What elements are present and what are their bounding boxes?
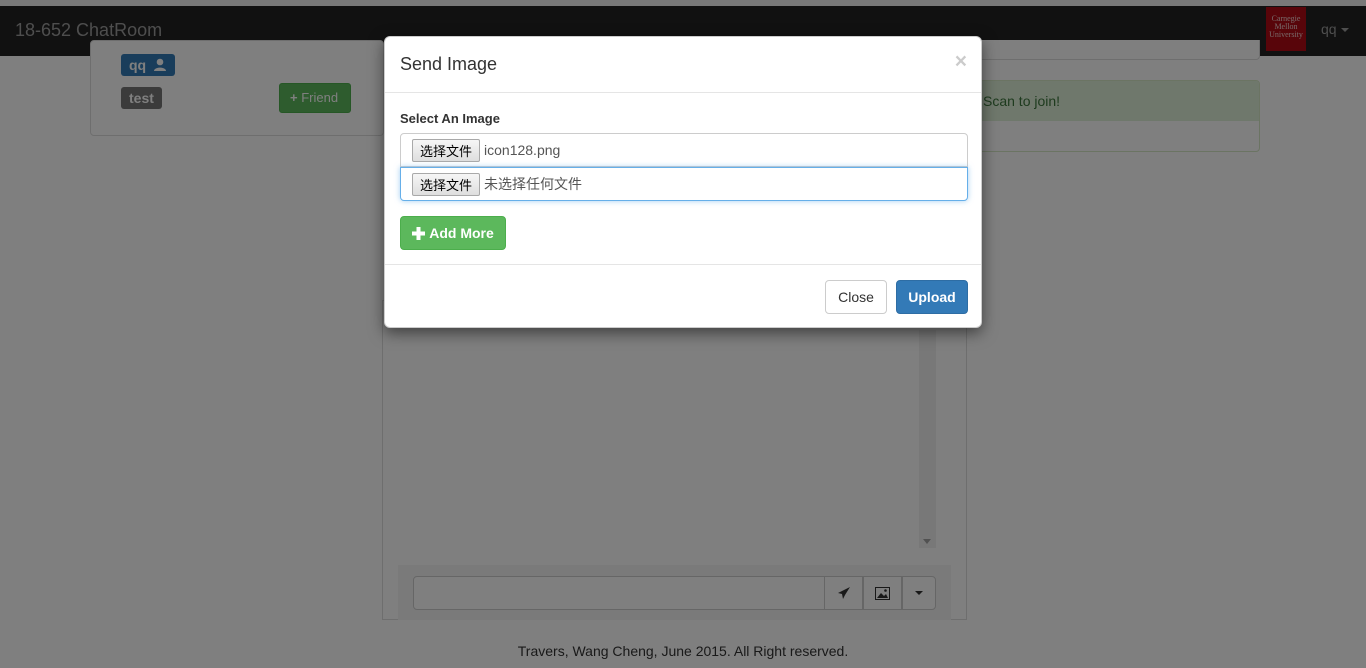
- file-status: icon128.png: [484, 142, 561, 158]
- add-more-button[interactable]: Add More: [400, 216, 506, 250]
- send-image-modal: Send Image × Select An Image 选择文件 icon12…: [384, 36, 982, 328]
- choose-file-button[interactable]: 选择文件: [412, 172, 481, 196]
- modal-footer: Close Upload: [385, 265, 981, 327]
- close-button[interactable]: Close: [825, 280, 887, 314]
- choose-file-button[interactable]: 选择文件: [412, 138, 481, 162]
- close-icon[interactable]: ×: [955, 50, 967, 74]
- file-input-1[interactable]: 选择文件 icon128.png: [400, 133, 968, 167]
- select-image-label: Select An Image: [400, 111, 500, 126]
- modal-body: Select An Image 选择文件 icon128.png 选择文件 未选…: [385, 93, 981, 265]
- add-more-label: Add More: [429, 225, 494, 241]
- modal-header: Send Image ×: [385, 37, 981, 93]
- upload-button[interactable]: Upload: [896, 280, 968, 314]
- modal-title: Send Image: [400, 54, 498, 74]
- file-input-2[interactable]: 选择文件 未选择任何文件: [400, 167, 968, 201]
- file-status: 未选择任何文件: [484, 176, 583, 192]
- plus-icon: [412, 226, 426, 240]
